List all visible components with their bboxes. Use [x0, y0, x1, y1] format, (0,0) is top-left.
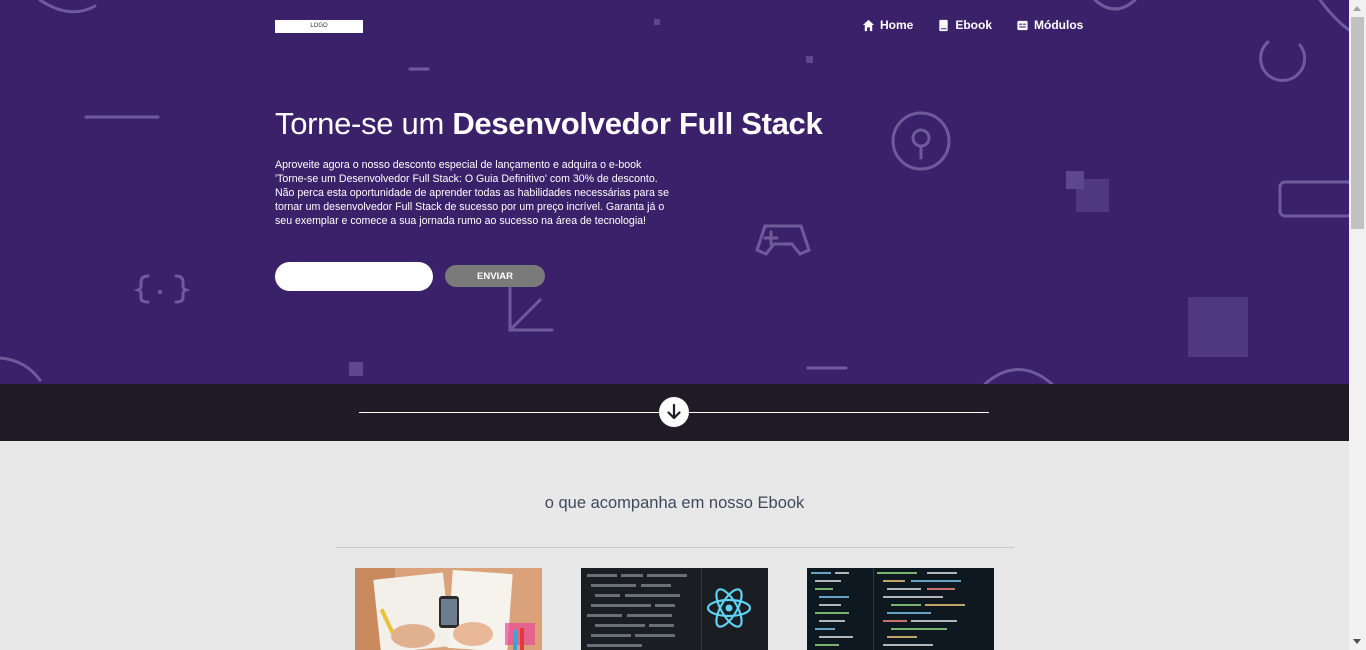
code-editor-photo — [807, 568, 994, 650]
book-icon — [939, 19, 949, 31]
hero-description: Aproveite agora o nosso desconto especia… — [275, 159, 669, 227]
scroll-down-button[interactable] — [659, 397, 689, 427]
nav-ebook-label: Ebook — [955, 18, 993, 32]
hero-background-decoration — [0, 0, 1349, 384]
home-icon — [862, 19, 875, 31]
scrollbar-thumb[interactable] — [1351, 17, 1364, 229]
nav-home[interactable]: Home — [862, 18, 913, 32]
main-nav: Home Ebook Módulos — [862, 18, 1083, 32]
hero-title-bold: Desenvolvedor Full Stack — [452, 106, 823, 141]
nav-home-label: Home — [880, 18, 914, 32]
features-title: o que acompanha em nosso Ebook — [544, 494, 805, 512]
divider-band — [0, 384, 1349, 441]
hero-section: LOGO Home Ebook Módulos Torne-se um Dese… — [0, 0, 1349, 384]
email-input[interactable] — [275, 262, 433, 291]
feature-card-code — [807, 568, 994, 650]
hero-title-light: Torne-se um — [275, 106, 453, 141]
desk-workspace-photo — [355, 568, 542, 650]
scroll-down-arrow-icon[interactable] — [1353, 639, 1361, 644]
vertical-scrollbar[interactable] — [1349, 0, 1366, 650]
nav-modules[interactable]: Módulos — [1016, 18, 1083, 32]
scroll-up-arrow-icon[interactable] — [1353, 6, 1361, 11]
feature-card-react — [581, 568, 768, 650]
nav-modules-label: Módulos — [1034, 18, 1084, 32]
modules-icon — [1017, 20, 1028, 30]
hero-title: Torne-se um Desenvolvedor Full Stack — [275, 106, 823, 142]
nav-ebook[interactable]: Ebook — [937, 18, 992, 32]
features-divider — [335, 547, 1014, 548]
submit-button[interactable]: ENVIAR — [445, 265, 545, 287]
logo[interactable]: LOGO — [275, 20, 363, 33]
arrow-down-icon — [667, 403, 681, 420]
feature-card-desk — [355, 568, 542, 650]
react-code-photo — [581, 568, 768, 650]
